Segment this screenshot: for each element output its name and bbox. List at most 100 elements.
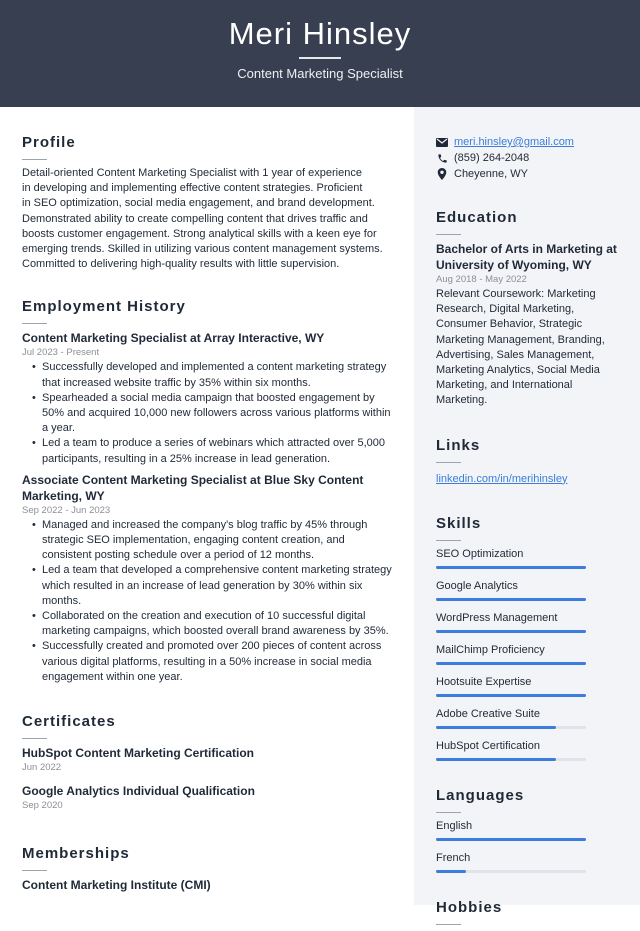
education-heading: Education xyxy=(436,209,518,226)
sidebar: meri.hinsley@gmail.com (859) 264-2048 Ch… xyxy=(414,107,640,925)
profile-heading: Profile xyxy=(22,134,76,151)
employment-heading: Employment History xyxy=(22,298,186,316)
certificate-date: Jun 2022 xyxy=(22,762,62,774)
job-bullet: Successfully created and promoted over 2… xyxy=(32,639,394,685)
section-divider xyxy=(22,738,47,740)
candidate-title: Content Marketing Specialist xyxy=(237,66,403,81)
section-divider xyxy=(436,811,461,813)
profile-line: Demonstrated ability to create compellin… xyxy=(22,212,368,225)
language-level-bar xyxy=(436,869,586,873)
languages-section: Languages English French xyxy=(436,787,626,873)
profile-line: emerging trends. Skilled in utilizing va… xyxy=(22,243,383,256)
profile-line: boosts customer engagement. Strong analy… xyxy=(22,227,377,240)
section-divider xyxy=(436,234,461,235)
job-dates: Sep 2022 - Jun 2023 xyxy=(22,504,111,516)
job-bullets: Managed and increased the company's blog… xyxy=(32,518,394,685)
skill-item: Google Analytics xyxy=(436,579,626,601)
skill-level-fill xyxy=(436,629,586,633)
job-bullet: Spearheaded a social media campaign that… xyxy=(32,391,394,437)
contact-section: meri.hinsley@gmail.com (859) 264-2048 Ch… xyxy=(436,134,626,182)
skill-level-bar xyxy=(436,629,586,633)
skill-item: Adobe Creative Suite xyxy=(436,707,626,729)
skills-list: SEO Optimization Google Analytics WordPres… xyxy=(436,547,626,761)
profile-section: Profile Detail-oriented Content Marketin… xyxy=(22,134,394,272)
skill-name: MailChimp Proficiency xyxy=(436,643,545,656)
profile-line: in developing and implementing effective… xyxy=(22,182,363,195)
section-divider xyxy=(436,539,461,541)
profile-summary: Detail-oriented Content Marketing Specia… xyxy=(22,166,394,272)
phone-number: (859) 264-2048 xyxy=(454,152,530,164)
main-column: Profile Detail-oriented Content Marketin… xyxy=(22,107,394,893)
skill-level-bar xyxy=(436,725,586,729)
skill-item: WordPress Management xyxy=(436,611,626,633)
job-bullet: Led a team that developed a comprehensiv… xyxy=(32,563,394,609)
skill-level-fill xyxy=(436,565,586,569)
job-entry: Associate Content Marketing Specialist a… xyxy=(22,472,394,685)
section-divider xyxy=(436,923,461,925)
language-item: French xyxy=(436,851,626,873)
job-entry: Content Marketing Specialist at Array In… xyxy=(22,330,394,466)
section-divider xyxy=(22,159,47,160)
skill-item: MailChimp Proficiency xyxy=(436,643,626,665)
education-dates: Aug 2018 - May 2022 xyxy=(436,274,527,285)
language-name: English xyxy=(436,819,473,832)
degree: Bachelor of Arts in Marketing at Univers… xyxy=(436,242,617,272)
job-title: Associate Content Marketing Specialist a… xyxy=(22,472,364,503)
job-dates: Jul 2023 - Present xyxy=(22,347,100,359)
language-item: English xyxy=(436,819,626,841)
job-bullet: Collaborated on the creation and executi… xyxy=(32,609,394,639)
hobbies-heading: Hobbies xyxy=(436,898,503,916)
employment-section: Employment History Content Marketing Spe… xyxy=(22,298,394,685)
skill-name: Google Analytics xyxy=(436,579,518,592)
profile-line: Detail-oriented Content Marketing Specia… xyxy=(22,167,362,179)
language-level-bar xyxy=(436,837,586,841)
certificate-item: Google Analytics Individual Qualificatio… xyxy=(22,783,394,813)
header-divider xyxy=(299,57,341,59)
skill-item: SEO Optimization xyxy=(436,547,626,569)
skill-level-bar xyxy=(436,757,586,761)
map-pin-icon xyxy=(436,168,448,180)
certificate-item: HubSpot Content Marketing Certification … xyxy=(22,745,394,775)
links-heading: Links xyxy=(436,436,481,454)
language-level-fill xyxy=(436,837,586,841)
certificates-section: Certificates HubSpot Content Marketing C… xyxy=(22,713,394,813)
skill-level-fill xyxy=(436,757,556,761)
languages-list: English French xyxy=(436,819,626,873)
envelope-icon xyxy=(436,136,448,148)
links-section: Links linkedin.com/in/merihinsley xyxy=(436,437,626,487)
sidebar-content: meri.hinsley@gmail.com (859) 264-2048 Ch… xyxy=(436,134,626,931)
skill-item: HubSpot Certification xyxy=(436,739,626,761)
contact-email-row: meri.hinsley@gmail.com xyxy=(436,134,626,150)
section-divider xyxy=(22,870,47,872)
job-bullet: Successfully developed and implemented a… xyxy=(32,360,394,390)
memberships-section: Memberships Content Marketing Institute … xyxy=(22,845,394,893)
skill-item: Hootsuite Expertise xyxy=(436,675,626,697)
skill-level-fill xyxy=(436,597,586,601)
certificate-name: Google Analytics Individual Qualificatio… xyxy=(22,784,255,799)
profile-line: in SEO optimization, social media engage… xyxy=(22,197,375,210)
education-section: Education Bachelor of Arts in Marketing … xyxy=(436,209,626,409)
resume-header: Meri Hinsley Content Marketing Specialis… xyxy=(0,0,640,107)
section-divider xyxy=(436,461,461,463)
languages-heading: Languages xyxy=(436,786,525,804)
memberships-heading: Memberships xyxy=(22,845,130,863)
candidate-name: Meri Hinsley xyxy=(228,16,412,51)
skill-level-bar xyxy=(436,693,586,697)
skill-level-fill xyxy=(436,693,586,697)
email-link[interactable]: meri.hinsley@gmail.com xyxy=(454,134,574,150)
certificate-date: Sep 2020 xyxy=(22,800,63,812)
skill-name: SEO Optimization xyxy=(436,547,524,560)
skill-level-bar xyxy=(436,661,586,665)
certificates-heading: Certificates xyxy=(22,713,116,731)
skill-level-fill xyxy=(436,661,586,665)
linkedin-link[interactable]: linkedin.com/in/merihinsley xyxy=(436,473,567,485)
skill-name: WordPress Management xyxy=(436,611,558,624)
phone-icon xyxy=(436,152,448,164)
section-divider xyxy=(22,323,47,325)
language-name: French xyxy=(436,851,471,864)
skill-level-bar xyxy=(436,565,586,569)
skills-section: Skills SEO Optimization Google Analytics W… xyxy=(436,515,626,761)
location: Cheyenne, WY xyxy=(454,168,528,180)
education-description: Relevant Coursework: Marketing Research,… xyxy=(436,288,605,407)
skill-name: Hootsuite Expertise xyxy=(436,675,532,688)
